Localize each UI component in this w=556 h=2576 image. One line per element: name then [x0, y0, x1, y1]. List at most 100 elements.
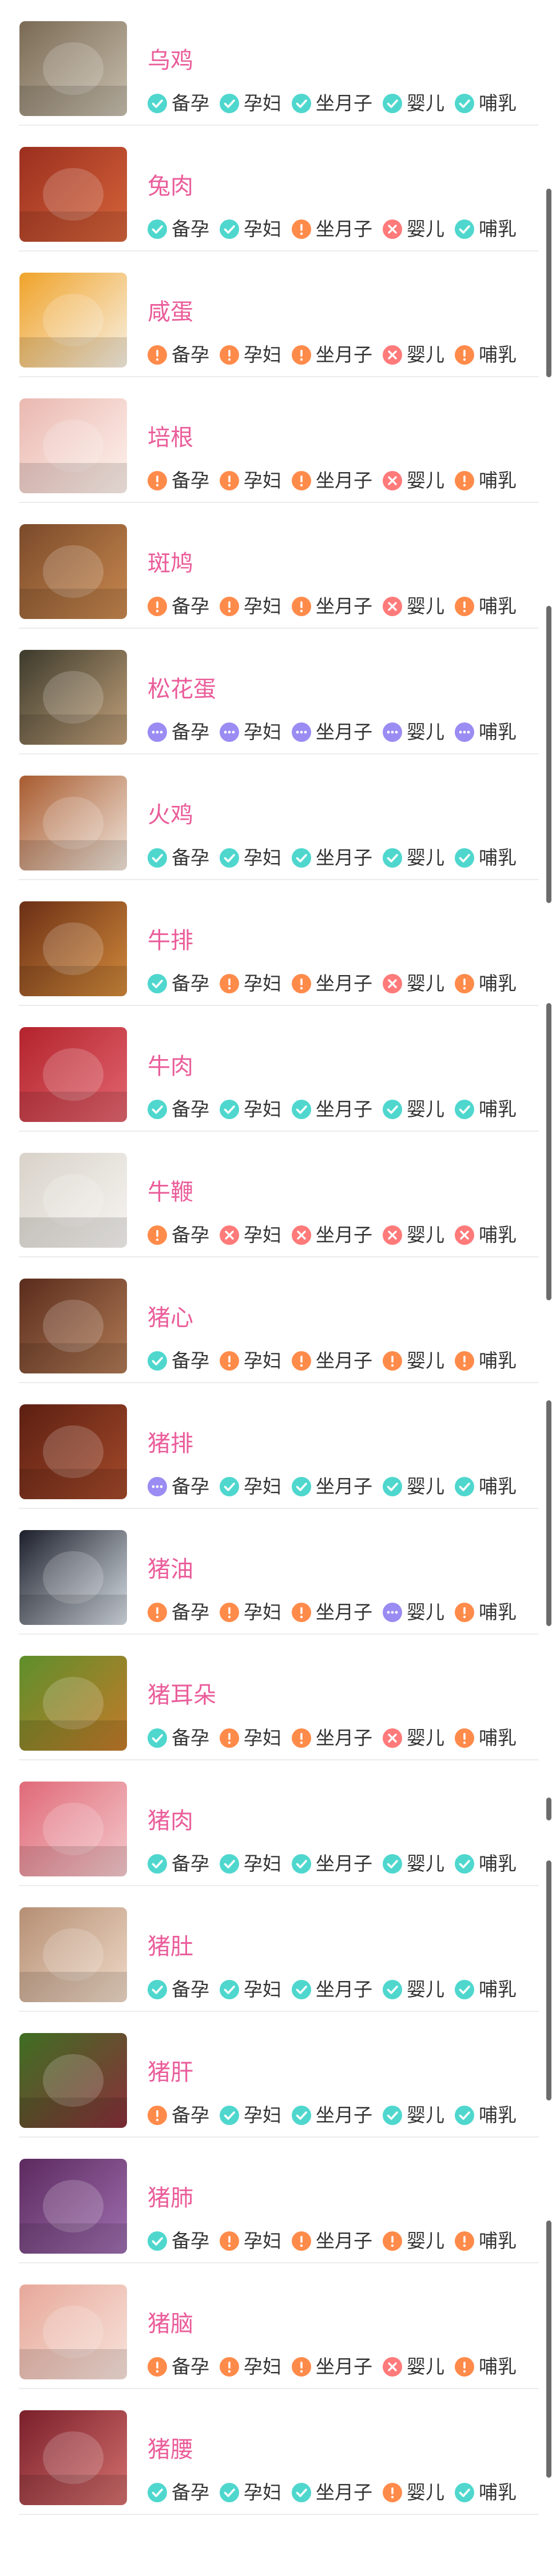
food-item[interactable]: 猪肝 备孕 孕妇 坐月子 婴儿 哺乳: [0, 2012, 556, 2138]
check-icon: [455, 848, 474, 868]
scrollbar-thumb[interactable]: [546, 2220, 551, 2478]
food-thumbnail: [19, 1782, 127, 1876]
food-item[interactable]: 咸蛋 备孕 孕妇 坐月子 婴儿 哺乳: [0, 251, 556, 377]
exclamation-icon: [383, 2483, 402, 2502]
food-item[interactable]: 牛鞭 备孕 孕妇 坐月子 婴儿 哺乳: [0, 1132, 556, 1257]
food-thumbnail: [19, 776, 127, 870]
suitability-tags: 备孕 孕妇 坐月子 婴儿 哺乳: [148, 344, 527, 366]
tag-label: 坐月子: [316, 1601, 372, 1623]
tag-label: 哺乳: [479, 2482, 517, 2503]
scrollbar-thumb[interactable]: [546, 606, 551, 903]
tag-label: 备孕: [172, 93, 209, 114]
tag-label: 哺乳: [479, 1224, 517, 1245]
suitability-tag: 坐月子: [292, 92, 372, 115]
food-item[interactable]: 猪肚 备孕 孕妇 坐月子 婴儿 哺乳: [0, 1886, 556, 2012]
tag-label: 坐月子: [316, 721, 372, 742]
suitability-tags: 备孕 孕妇 坐月子 婴儿 哺乳: [148, 1475, 527, 1498]
food-item[interactable]: 松花蛋 备孕 孕妇 坐月子 婴儿 哺乳: [0, 629, 556, 754]
food-item[interactable]: 猪肺 备孕 孕妇 坐月子 婴儿 哺乳: [0, 2138, 556, 2263]
exclamation-icon: [220, 1351, 239, 1371]
food-item[interactable]: 斑鸠 备孕 孕妇 坐月子 婴儿 哺乳: [0, 503, 556, 629]
food-name: 猪排: [148, 1431, 193, 1456]
suitability-tag: 婴儿: [383, 1601, 444, 1624]
tag-label: 备孕: [172, 2104, 209, 2126]
food-name: 培根: [148, 425, 193, 450]
check-icon: [220, 1477, 239, 1496]
food-name: 咸蛋: [148, 299, 193, 325]
check-icon: [383, 94, 402, 113]
suitability-tag: 哺乳: [455, 1852, 517, 1875]
suitability-tag: 坐月子: [292, 1601, 372, 1624]
tag-label: 婴儿: [407, 847, 444, 868]
food-item[interactable]: 培根备孕 孕妇 坐月子 婴儿 哺乳: [0, 377, 556, 503]
check-icon: [220, 1100, 239, 1119]
check-icon: [455, 2106, 474, 2125]
food-item[interactable]: 猪肉 备孕 孕妇 坐月子 婴儿 哺乳: [0, 1760, 556, 1886]
food-item[interactable]: 牛肉 备孕 孕妇 坐月子 婴儿 哺乳: [0, 1006, 556, 1132]
tag-label: 婴儿: [407, 1979, 444, 2000]
scrollbar-thumb[interactable]: [546, 1400, 551, 1626]
suitability-tag: 婴儿: [383, 344, 444, 366]
suitability-tag: 坐月子: [292, 1224, 372, 1247]
scrollbar-thumb[interactable]: [546, 1860, 551, 2100]
check-icon: [148, 1351, 167, 1371]
suitability-tag: 坐月子: [292, 1475, 372, 1498]
suitability-tag: 孕妇: [220, 344, 281, 366]
scrollbar-thumb[interactable]: [546, 1003, 551, 1300]
tag-label: 备孕: [172, 1350, 209, 1371]
food-name: 乌鸡: [148, 48, 193, 73]
scrollbar-thumb[interactable]: [546, 1798, 551, 1820]
tag-label: 哺乳: [479, 344, 517, 365]
check-icon: [220, 1980, 239, 1999]
check-icon: [148, 974, 167, 993]
food-item[interactable]: 猪耳朵 备孕 孕妇 坐月子 婴儿 哺乳: [0, 1635, 556, 1760]
exclamation-icon: [455, 471, 474, 490]
food-item[interactable]: 猪腰 备孕 孕妇 坐月子 婴儿 哺乳: [0, 2389, 556, 2515]
food-item[interactable]: 牛排 备孕 孕妇 坐月子 婴儿 哺乳: [0, 880, 556, 1006]
tag-label: 坐月子: [316, 344, 372, 365]
food-item[interactable]: 猪油 备孕 孕妇 坐月子 婴儿 哺乳: [0, 1509, 556, 1635]
suitability-tag: 备孕: [148, 1098, 209, 1121]
suitability-tag: 婴儿: [383, 2481, 444, 2504]
tag-label: 孕妇: [244, 1350, 281, 1371]
suitability-tags: 备孕 孕妇 坐月子 婴儿 哺乳: [148, 2481, 527, 2504]
ellipsis-icon: [148, 1477, 167, 1496]
exclamation-icon: [455, 345, 474, 365]
cross-icon: [383, 219, 402, 239]
suitability-tags: 备孕 孕妇 坐月子 婴儿 哺乳: [148, 469, 527, 492]
suitability-tag: 婴儿: [383, 1852, 444, 1875]
check-icon: [148, 1100, 167, 1119]
food-thumbnail: [19, 1153, 127, 1248]
food-thumbnail: [19, 524, 127, 619]
tag-label: 坐月子: [316, 973, 372, 994]
tag-label: 备孕: [172, 2482, 209, 2503]
suitability-tag: 哺乳: [455, 469, 517, 492]
tag-label: 坐月子: [316, 2104, 372, 2126]
suitability-tag: 婴儿: [383, 721, 444, 744]
suitability-tag: 婴儿: [383, 1224, 444, 1247]
scrollbar-thumb[interactable]: [546, 189, 551, 377]
exclamation-icon: [220, 2357, 239, 2377]
suitability-tag: 孕妇: [220, 972, 281, 995]
check-icon: [292, 848, 311, 868]
food-item[interactable]: 火鸡 备孕 孕妇 坐月子 婴儿 哺乳: [0, 754, 556, 880]
check-icon: [455, 2483, 474, 2502]
suitability-tag: 坐月子: [292, 469, 372, 492]
tag-label: 坐月子: [316, 1979, 372, 2000]
tag-label: 婴儿: [407, 344, 444, 365]
tag-label: 婴儿: [407, 1099, 444, 1120]
tag-label: 孕妇: [244, 344, 281, 365]
suitability-tag: 孕妇: [220, 1475, 281, 1498]
suitability-tag: 备孕: [148, 1224, 209, 1247]
exclamation-icon: [455, 2231, 474, 2251]
food-item[interactable]: 乌鸡 备孕 孕妇 坐月子 婴儿 哺乳: [0, 0, 556, 126]
check-icon: [220, 2106, 239, 2125]
food-item[interactable]: 猪排备孕 孕妇 坐月子 婴儿 哺乳: [0, 1383, 556, 1509]
food-item[interactable]: 猪脑 备孕 孕妇 坐月子 婴儿 哺乳: [0, 2263, 556, 2389]
food-item[interactable]: 兔肉 备孕 孕妇 坐月子 婴儿 哺乳: [0, 126, 556, 251]
suitability-tag: 备孕: [148, 1978, 209, 2001]
suitability-tag: 婴儿: [383, 92, 444, 115]
food-thumbnail: [19, 398, 127, 493]
suitability-tag: 坐月子: [292, 2355, 372, 2378]
food-item[interactable]: 猪心 备孕 孕妇 坐月子 婴儿 哺乳: [0, 1257, 556, 1383]
